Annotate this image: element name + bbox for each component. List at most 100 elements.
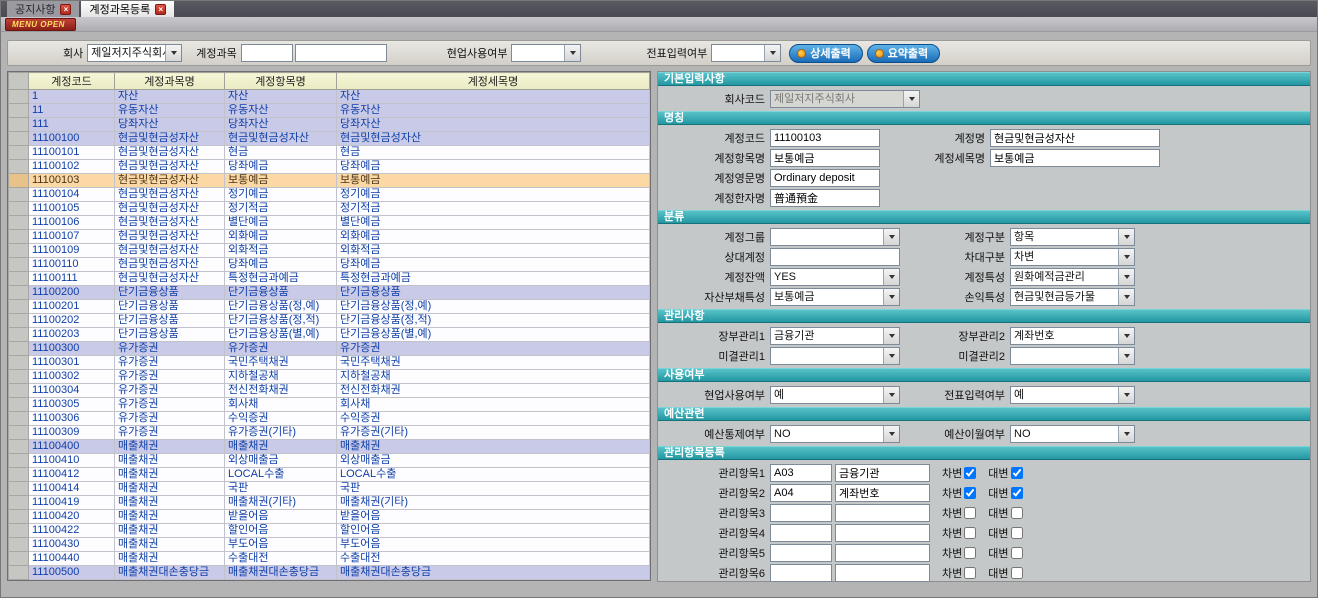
cell-account-code[interactable]: 11100200	[29, 286, 115, 300]
row-selector[interactable]	[9, 412, 29, 426]
cell-detail-name[interactable]: 정기예금	[337, 188, 650, 202]
cell-item-name[interactable]: 당좌예금	[225, 160, 337, 174]
cell-account-name[interactable]: 유가증권	[115, 384, 225, 398]
cell-item-name[interactable]: 국민주택채권	[225, 356, 337, 370]
cell-item-name[interactable]: 자산	[225, 90, 337, 104]
cell-account-name[interactable]: 현금및현금성자산	[115, 188, 225, 202]
cell-account-name[interactable]: 현금및현금성자산	[115, 160, 225, 174]
cell-detail-name[interactable]: 매출채권(기타)	[337, 496, 650, 510]
cell-item-name[interactable]: 정기예금	[225, 188, 337, 202]
book-management1-select[interactable]: 금융기관	[770, 327, 900, 345]
cell-detail-name[interactable]: 지하철공채	[337, 370, 650, 384]
cell-account-code[interactable]: 11100419	[29, 496, 115, 510]
debit-checkbox[interactable]	[964, 567, 976, 579]
cell-account-code[interactable]: 111	[29, 118, 115, 132]
cell-account-code[interactable]: 11100420	[29, 510, 115, 524]
cell-detail-name[interactable]: 단기금융상품(별,예)	[337, 328, 650, 342]
cell-detail-name[interactable]: 별단예금	[337, 216, 650, 230]
grid-row[interactable]: 11100300유가증권유가증권유가증권	[9, 342, 650, 356]
cell-account-code[interactable]: 11100104	[29, 188, 115, 202]
row-selector[interactable]	[9, 566, 29, 580]
book-management2-select[interactable]: 계좌번호	[1010, 327, 1135, 345]
cell-account-name[interactable]: 단기금융상품	[115, 314, 225, 328]
pending-management1-select[interactable]	[770, 347, 900, 365]
grid-row[interactable]: 11100109현금및현금성자산외화적금외화적금	[9, 244, 650, 258]
grid-row[interactable]: 11100100현금및현금성자산현금및현금성자산현금및현금성자산	[9, 132, 650, 146]
cell-account-code[interactable]: 11100201	[29, 300, 115, 314]
row-selector[interactable]	[9, 132, 29, 146]
cell-account-code[interactable]: 11100304	[29, 384, 115, 398]
account-name-input[interactable]	[990, 129, 1160, 147]
asset-liability-trait-select[interactable]: 보통예금	[770, 288, 900, 306]
cell-account-name[interactable]: 매출채권	[115, 552, 225, 566]
mgmt-item-code-input[interactable]	[770, 564, 832, 582]
row-selector[interactable]	[9, 286, 29, 300]
cell-account-name[interactable]: 매출채권	[115, 482, 225, 496]
cell-item-name[interactable]: 수출대전	[225, 552, 337, 566]
company-code-select[interactable]: 제일저지주식회사	[770, 90, 920, 108]
tab-account-registration[interactable]: 계정과목등록 ×	[81, 1, 174, 17]
cell-item-name[interactable]: 보통예금	[225, 174, 337, 188]
debit-checkbox[interactable]	[964, 487, 976, 499]
budget-carryover-select[interactable]: NO	[1010, 425, 1135, 443]
cell-account-code[interactable]: 11100107	[29, 230, 115, 244]
row-selector[interactable]	[9, 202, 29, 216]
row-selector[interactable]	[9, 384, 29, 398]
grid-row[interactable]: 11100111현금및현금성자산특정현금과예금특정현금과예금	[9, 272, 650, 286]
cell-account-name[interactable]: 유가증권	[115, 356, 225, 370]
cell-item-name[interactable]: 유가증권	[225, 342, 337, 356]
row-selector[interactable]	[9, 174, 29, 188]
cell-account-code[interactable]: 11100309	[29, 426, 115, 440]
credit-checkbox[interactable]	[1011, 467, 1023, 479]
cell-item-name[interactable]: 단기금융상품(별,예)	[225, 328, 337, 342]
cell-detail-name[interactable]: 받을어음	[337, 510, 650, 524]
grid-row[interactable]: 11100301유가증권국민주택채권국민주택채권	[9, 356, 650, 370]
mgmt-item-code-input[interactable]	[770, 464, 832, 482]
cell-account-code[interactable]: 11100414	[29, 482, 115, 496]
cell-account-code[interactable]: 11100106	[29, 216, 115, 230]
cell-account-code[interactable]: 11	[29, 104, 115, 118]
cell-account-code[interactable]: 11100301	[29, 356, 115, 370]
cell-item-name[interactable]: 전신전화채권	[225, 384, 337, 398]
cell-account-name[interactable]: 매출채권	[115, 440, 225, 454]
cell-account-code[interactable]: 11100400	[29, 440, 115, 454]
grid-row[interactable]: 11100412매출채권LOCAL수출LOCAL수출	[9, 468, 650, 482]
cell-detail-name[interactable]: 국판	[337, 482, 650, 496]
cell-account-name[interactable]: 매출채권	[115, 524, 225, 538]
cell-account-code[interactable]: 11100109	[29, 244, 115, 258]
debit-checkbox[interactable]	[964, 527, 976, 539]
cell-account-name[interactable]: 단기금융상품	[115, 300, 225, 314]
credit-checkbox[interactable]	[1011, 527, 1023, 539]
grid-row[interactable]: 11100440매출채권수출대전수출대전	[9, 552, 650, 566]
row-selector[interactable]	[9, 314, 29, 328]
grid-row[interactable]: 11100304유가증권전신전화채권전신전화채권	[9, 384, 650, 398]
cell-item-name[interactable]: 현금및현금성자산	[225, 132, 337, 146]
grid-row[interactable]: 11100200단기금융상품단기금융상품단기금융상품	[9, 286, 650, 300]
grid-header-account-name[interactable]: 계정과목명	[115, 73, 225, 90]
cell-detail-name[interactable]: 자산	[337, 90, 650, 104]
mgmt-item-name-input[interactable]	[835, 504, 930, 522]
cell-account-name[interactable]: 단기금융상품	[115, 328, 225, 342]
mgmt-item-name-input[interactable]	[835, 524, 930, 542]
grid-row[interactable]: 11100107현금및현금성자산외화예금외화예금	[9, 230, 650, 244]
budget-control-select[interactable]: NO	[770, 425, 900, 443]
cell-detail-name[interactable]: 현금및현금성자산	[337, 132, 650, 146]
grid-row[interactable]: 11100309유가증권유가증권(기타)유가증권(기타)	[9, 426, 650, 440]
cell-account-name[interactable]: 현금및현금성자산	[115, 146, 225, 160]
cell-detail-name[interactable]: 수출대전	[337, 552, 650, 566]
cell-detail-name[interactable]: 당좌예금	[337, 160, 650, 174]
cell-account-name[interactable]: 유가증권	[115, 426, 225, 440]
cell-detail-name[interactable]: 유동자산	[337, 104, 650, 118]
tab-notice[interactable]: 공지사항 ×	[7, 1, 79, 17]
grid-row[interactable]: 11100110현금및현금성자산당좌예금당좌예금	[9, 258, 650, 272]
slip-input-select[interactable]: 예	[1010, 386, 1135, 404]
account-division-select[interactable]: 항목	[1010, 228, 1135, 246]
cell-account-name[interactable]: 매출채권	[115, 510, 225, 524]
cell-account-name[interactable]: 현금및현금성자산	[115, 216, 225, 230]
cell-account-name[interactable]: 현금및현금성자산	[115, 230, 225, 244]
grid-row[interactable]: 11100305유가증권회사채회사채	[9, 398, 650, 412]
credit-checkbox[interactable]	[1011, 567, 1023, 579]
cell-account-code[interactable]: 11100302	[29, 370, 115, 384]
cell-detail-name[interactable]: 국민주택채권	[337, 356, 650, 370]
row-selector[interactable]	[9, 188, 29, 202]
